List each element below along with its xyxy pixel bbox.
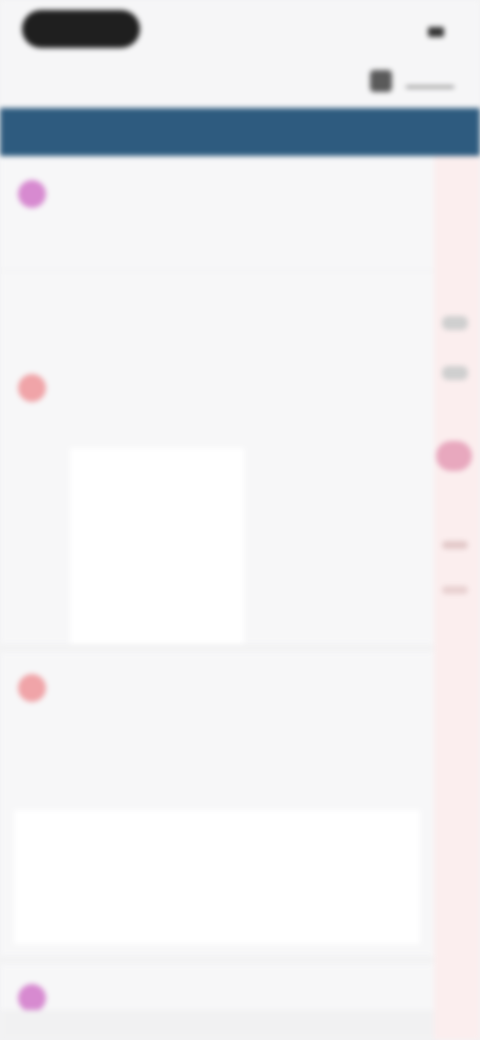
side-item-5[interactable] bbox=[442, 586, 468, 594]
section-icon bbox=[18, 984, 46, 1012]
section-3 bbox=[0, 652, 434, 956]
share-icon[interactable] bbox=[370, 70, 392, 92]
status-bar bbox=[0, 0, 480, 64]
status-indicators bbox=[422, 24, 444, 38]
side-item-2[interactable] bbox=[442, 366, 468, 380]
data-table bbox=[14, 810, 420, 944]
table-row[interactable] bbox=[0, 578, 434, 640]
section-2 bbox=[0, 352, 434, 644]
side-item-3[interactable] bbox=[436, 441, 472, 471]
side-item-1[interactable] bbox=[442, 316, 468, 330]
battery-icon bbox=[428, 26, 444, 37]
section-icon bbox=[18, 674, 46, 702]
table-row[interactable] bbox=[0, 512, 434, 574]
table-header-row bbox=[0, 448, 434, 510]
toolbar-title bbox=[22, 82, 132, 92]
section-icon bbox=[18, 180, 46, 208]
side-item-4[interactable] bbox=[442, 541, 468, 549]
bottom-edge bbox=[0, 1010, 434, 1040]
side-panel bbox=[434, 156, 480, 1040]
dynamic-island bbox=[22, 10, 140, 48]
toolbar-menu-line[interactable] bbox=[406, 86, 454, 88]
section-icon bbox=[18, 374, 46, 402]
banner bbox=[0, 108, 480, 156]
section-1 bbox=[0, 156, 434, 352]
top-toolbar bbox=[0, 64, 480, 108]
divider bbox=[0, 270, 434, 271]
